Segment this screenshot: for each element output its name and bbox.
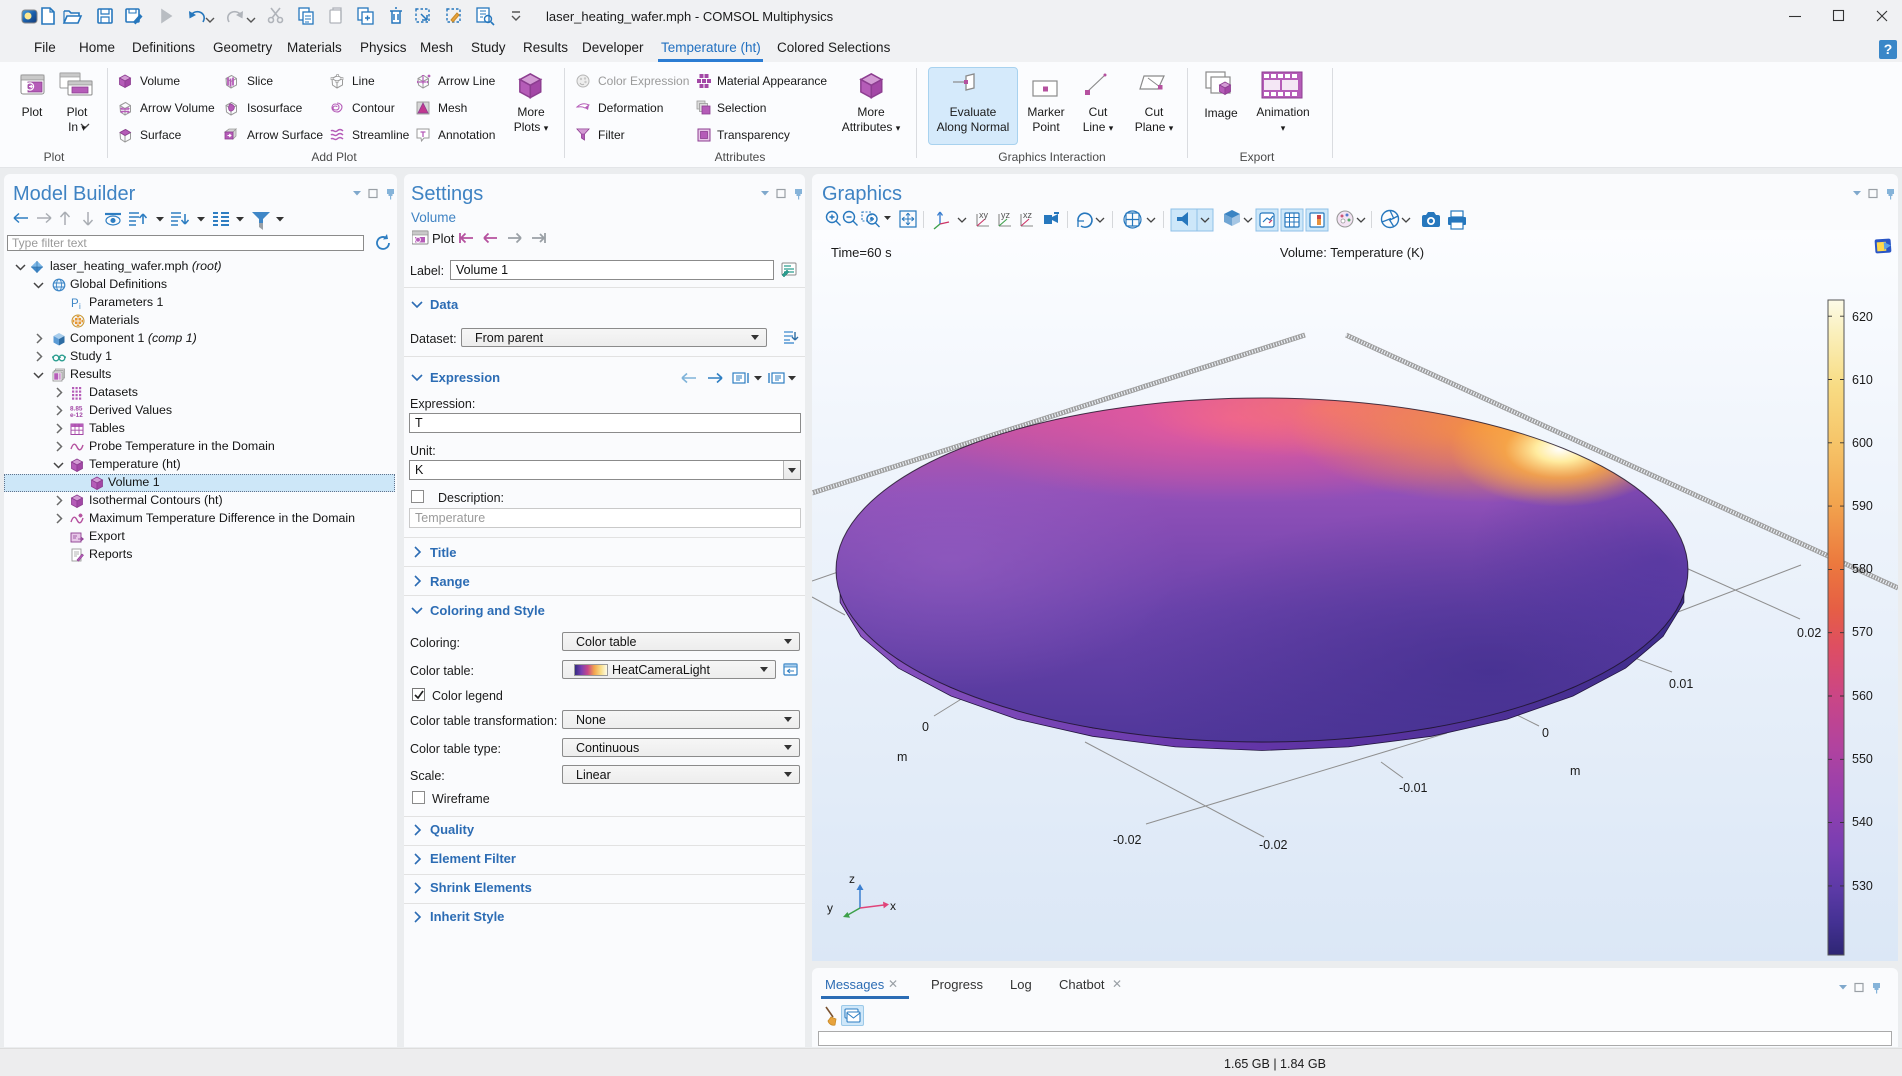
- svg-text:-0.01: -0.01: [1399, 781, 1428, 795]
- svg-text:m: m: [897, 750, 907, 764]
- svg-text:y: y: [827, 901, 833, 915]
- svg-text:610: 610: [1852, 373, 1873, 387]
- svg-text:550: 550: [1852, 752, 1873, 766]
- svg-text:xz: xz: [1023, 210, 1033, 220]
- svg-text:yz: yz: [1001, 210, 1011, 220]
- svg-text:530: 530: [1852, 879, 1873, 893]
- svg-text:540: 540: [1852, 815, 1873, 829]
- svg-text:z: z: [849, 872, 855, 886]
- svg-text:-0.02: -0.02: [1113, 833, 1142, 847]
- svg-text:560: 560: [1852, 689, 1873, 703]
- svg-text:m: m: [1570, 764, 1580, 778]
- svg-text:-0.02: -0.02: [1259, 838, 1288, 852]
- svg-text:620: 620: [1852, 310, 1873, 324]
- svg-text:570: 570: [1852, 625, 1873, 639]
- svg-text:0.02: 0.02: [1797, 626, 1821, 640]
- svg-text:0: 0: [1542, 726, 1549, 740]
- svg-text:xy: xy: [979, 210, 989, 220]
- svg-text:590: 590: [1852, 499, 1873, 513]
- svg-text:0.01: 0.01: [1669, 677, 1693, 691]
- svg-text:x: x: [890, 899, 896, 913]
- svg-text:0: 0: [922, 720, 929, 734]
- svg-text:580: 580: [1852, 562, 1873, 576]
- svg-text:600: 600: [1852, 436, 1873, 450]
